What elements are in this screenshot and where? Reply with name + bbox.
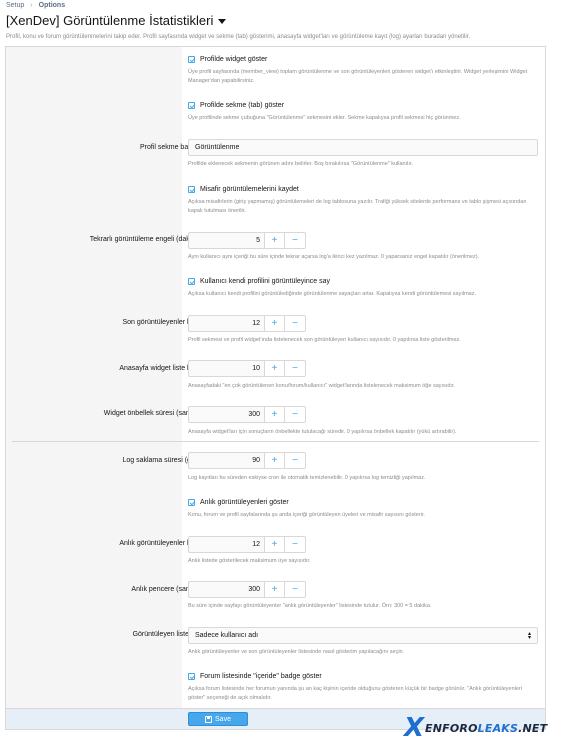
plus-icon[interactable]: + xyxy=(264,360,285,377)
home-widget-limit-hint: Anasayfadaki "en çok görüntülenen konu/f… xyxy=(188,383,455,389)
breadcrumb-separator: › xyxy=(30,2,33,9)
watermark-text: ENFOROLEAKS.NET xyxy=(425,722,547,735)
plus-icon[interactable]: + xyxy=(264,452,285,469)
page-title[interactable]: [XenDev] Görüntülenme İstatistikleri xyxy=(6,13,227,28)
forum-badge-label: Forum listesinde "içeride" badge göster xyxy=(200,673,322,680)
widget-cache-hint: Anasayfa widget'ları için sonuçların önb… xyxy=(188,429,457,435)
plus-icon[interactable]: + xyxy=(264,536,285,553)
page-title-text: [XenDev] Görüntülenme İstatistikleri xyxy=(6,13,214,28)
repeat-block-input[interactable]: 5 xyxy=(188,232,264,249)
log-guests-checkbox[interactable] xyxy=(188,186,195,193)
minus-icon[interactable]: − xyxy=(285,452,306,469)
repeat-block-hint: Aynı kullanıcı aynı içeriği bu süre için… xyxy=(188,254,480,260)
watermark-part2: LEAKS xyxy=(477,721,519,735)
minus-icon[interactable]: − xyxy=(285,360,306,377)
xenforoleaks-watermark: X ENFOROLEAKS.NET xyxy=(404,714,570,742)
page-description: Profil, konu ve forum görüntülenmelerini… xyxy=(6,34,471,40)
viewer-style-select[interactable]: Sadece kullanıcı adı ▴ ▾ xyxy=(188,627,538,644)
watermark-part3: .NET xyxy=(518,721,548,735)
repeat-block-label: Tekrarlı görüntüleme engeli (dakika): xyxy=(89,236,203,243)
count-own-checkbox-row[interactable]: Kullanıcı kendi profilini görüntüleyince… xyxy=(188,278,330,285)
live-viewers-checkbox-row[interactable]: Anlık görüntüleyenleri göster xyxy=(188,499,289,506)
live-viewers-label: Anlık görüntüleyenleri göster xyxy=(200,499,289,506)
minus-icon[interactable]: − xyxy=(285,315,306,332)
profile-widget-checkbox[interactable] xyxy=(188,56,195,63)
profile-tab-hint: Üye profilinde sekme çubuğuna "Görüntüle… xyxy=(188,115,461,121)
live-window-input[interactable]: 300 xyxy=(188,581,264,598)
profile-tab-checkbox[interactable] xyxy=(188,102,195,109)
forum-badge-hint: Açıksa forum listesinde her forumun yanı… xyxy=(188,686,522,701)
plus-icon[interactable]: + xyxy=(264,581,285,598)
profile-tab-label: Profilde sekme (tab) göster xyxy=(200,102,285,109)
log-retention-hint: Log kayıtları bu süreden eskiyse cron il… xyxy=(188,475,426,481)
plus-icon[interactable]: + xyxy=(264,406,285,423)
tab-title-hint: Profilde eklenecek sekmenin görünen adın… xyxy=(188,161,413,167)
log-guests-hint: Açıksa misafirlerin (giriş yapmamış) gör… xyxy=(188,199,527,214)
tab-title-input[interactable]: Görüntülenme xyxy=(188,139,538,156)
count-own-checkbox[interactable] xyxy=(188,278,195,285)
minus-icon[interactable]: − xyxy=(285,536,306,553)
log-guests-label: Misafir görüntülemelerini kaydet xyxy=(200,186,299,193)
breadcrumb-setup[interactable]: Setup xyxy=(6,2,24,9)
live-viewers-checkbox[interactable] xyxy=(188,499,195,506)
repeat-block-stepper: 5 + − xyxy=(188,232,306,249)
viewer-style-value: Sadece kullanıcı adı xyxy=(195,632,259,639)
save-button[interactable]: Save xyxy=(188,712,248,726)
profile-widget-label: Profilde widget göster xyxy=(200,56,268,63)
plus-icon[interactable]: + xyxy=(264,315,285,332)
home-widget-limit-stepper: 10 + − xyxy=(188,360,306,377)
live-limit-stepper: 12 + − xyxy=(188,536,306,553)
forum-badge-checkbox-row[interactable]: Forum listesinde "içeride" badge göster xyxy=(188,673,322,680)
live-window-hint: Bu süre içinde sayfayı görüntüleyenler "… xyxy=(188,603,432,609)
widget-cache-stepper: 300 + − xyxy=(188,406,306,423)
watermark-part1: ENFORO xyxy=(425,721,478,735)
live-limit-hint: Anlık listede gösterilecek maksimum üye … xyxy=(188,558,311,564)
profile-widget-hint: Üye profil sayfasında (member_view) topl… xyxy=(188,69,528,84)
log-guests-checkbox-row[interactable]: Misafir görüntülemelerini kaydet xyxy=(188,186,299,193)
recent-limit-input[interactable]: 12 xyxy=(188,315,264,332)
breadcrumb-options[interactable]: Options xyxy=(39,2,65,9)
forum-badge-checkbox[interactable] xyxy=(188,673,195,680)
live-limit-input[interactable]: 12 xyxy=(188,536,264,553)
minus-icon[interactable]: − xyxy=(285,406,306,423)
profile-tab-checkbox-row[interactable]: Profilde sekme (tab) göster xyxy=(188,102,284,109)
select-arrows-icon: ▴ ▾ xyxy=(527,631,531,641)
watermark-x-logo: X xyxy=(404,713,425,743)
widget-cache-input[interactable]: 300 xyxy=(188,406,264,423)
recent-limit-hint: Profil sekmesi ve profil widget'ında lis… xyxy=(188,337,461,343)
live-window-stepper: 300 + − xyxy=(188,581,306,598)
minus-icon[interactable]: − xyxy=(285,232,306,249)
recent-limit-stepper: 12 + − xyxy=(188,315,306,332)
home-widget-limit-input[interactable]: 10 xyxy=(188,360,264,377)
live-viewers-hint: Konu, forum ve profil sayfalarında şu an… xyxy=(188,512,425,518)
viewer-style-hint: Anlık görüntüleyenler ve son görüntüleye… xyxy=(188,649,405,655)
save-icon xyxy=(205,715,213,723)
chevron-down-icon[interactable] xyxy=(218,19,227,24)
count-own-label: Kullanıcı kendi profilini görüntüleyince… xyxy=(200,278,330,285)
breadcrumb: Setup › Options xyxy=(6,2,65,9)
section-divider xyxy=(12,441,539,442)
save-button-label: Save xyxy=(215,715,231,723)
profile-widget-checkbox-row[interactable]: Profilde widget göster xyxy=(188,56,267,63)
count-own-hint: Açıksa kullanıcı kendi profilini görüntü… xyxy=(188,291,476,297)
minus-icon[interactable]: − xyxy=(285,581,306,598)
log-retention-input[interactable]: 90 xyxy=(188,452,264,469)
log-retention-stepper: 90 + − xyxy=(188,452,306,469)
plus-icon[interactable]: + xyxy=(264,232,285,249)
